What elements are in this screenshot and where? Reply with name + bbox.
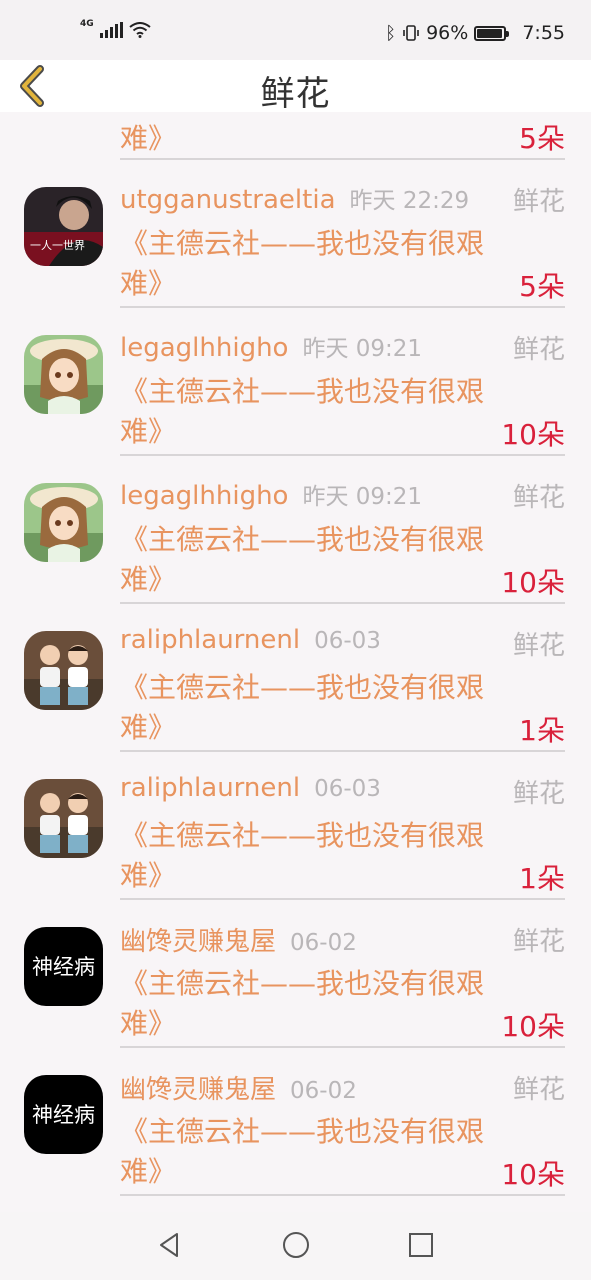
sender-name-text: legaglhhigho: [120, 333, 289, 363]
flower-amount: 1朵: [519, 714, 565, 747]
sender-name[interactable]: 幽馋灵赚鬼屋 06-02: [120, 1069, 357, 1106]
battery-fill: [477, 28, 503, 38]
list-item[interactable]: raliphlaurnenl 06-03 鲜花 《主德云社——我也没有很艰难》 1朵: [0, 604, 591, 752]
sender-name[interactable]: legaglhhigho 昨天 09:21: [120, 329, 422, 363]
flower-amount: 10朵: [501, 1010, 565, 1043]
battery-icon: [474, 25, 510, 41]
gift-kind: 鲜花: [512, 779, 565, 809]
sender-name-text: utgganustraeltia: [120, 185, 336, 215]
network-type: 4G: [80, 19, 94, 29]
status-right: ᛒ 96% 7:55: [385, 22, 565, 44]
flower-amount: 10朵: [501, 1158, 565, 1191]
flower-amount: 5朵: [519, 122, 565, 155]
avatar-dark-photo[interactable]: 一人一世界: [24, 187, 103, 266]
signal-icon: [99, 22, 123, 38]
sender-name-text: 幽馋灵赚鬼屋: [120, 927, 277, 957]
timestamp: 昨天 09:21: [302, 484, 423, 510]
message-text: 《主德云社——我也没有很艰难》: [120, 819, 485, 892]
header: 鲜花: [0, 60, 591, 114]
flower-amount: 5朵: [519, 270, 565, 303]
message-text: 《主德云社——我也没有很艰难》: [120, 671, 485, 744]
list-item[interactable]: 神经病 幽馋灵赚鬼屋 06-02 鲜花 《主德云社——我也没有很艰难》 10朵: [0, 900, 591, 1048]
sender-name-text: raliphlaurnenl: [120, 773, 301, 803]
avatar-black-logo[interactable]: 神经病: [24, 1075, 103, 1154]
sender-name[interactable]: legaglhhigho 昨天 09:21: [120, 477, 422, 511]
flower-amount: 1朵: [519, 862, 565, 895]
gift-list[interactable]: 难》 5朵 一人一世界 utgganustraeltia 昨天 22:29 鲜花 《主德…: [0, 112, 591, 1212]
battery-percent: 96%: [426, 22, 469, 44]
status-left: 4G: [80, 19, 151, 38]
flower-amount: 10朵: [501, 566, 565, 599]
gift-kind: 鲜花: [512, 335, 565, 365]
message-text: 难》: [120, 122, 177, 155]
message-text: 《主德云社——我也没有很艰难》: [120, 523, 485, 596]
list-item[interactable]: raliphlaurnenl 06-03 鲜花 《主德云社——我也没有很艰难》 1朵: [0, 752, 591, 900]
list-item[interactable]: 神经病 幽馋灵赚鬼屋 06-02 鲜花 《主德云社——我也没有很艰难》 10朵: [0, 1048, 591, 1196]
message-text: 《主德云社——我也没有很艰难》: [120, 375, 485, 448]
gift-kind: 鲜花: [512, 187, 565, 217]
gift-kind: 鲜花: [512, 1075, 565, 1105]
flower-amount: 10朵: [501, 418, 565, 451]
list-item[interactable]: legaglhhigho 昨天 09:21 鲜花 《主德云社——我也没有很艰难》 10朵: [0, 308, 591, 456]
sender-name-text: 幽馋灵赚鬼屋: [120, 1075, 277, 1105]
avatar-black-logo[interactable]: 神经病: [24, 927, 103, 1006]
gift-kind: 鲜花: [512, 483, 565, 513]
list-item[interactable]: legaglhhigho 昨天 09:21 鲜花 《主德云社——我也没有很艰难》 10朵: [0, 456, 591, 604]
avatar-caption: 一人一世界: [30, 239, 85, 252]
avatar-anime-girl[interactable]: [24, 483, 103, 562]
message-text: 《主德云社——我也没有很艰难》: [120, 1115, 485, 1188]
avatar-anime-girl[interactable]: [24, 335, 103, 414]
avatar-two-kids[interactable]: [24, 631, 103, 710]
message-text: 《主德云社——我也没有很艰难》: [120, 967, 485, 1040]
recents-square-icon[interactable]: [406, 1230, 436, 1260]
timestamp: 06-03: [314, 628, 381, 654]
avatar-two-kids[interactable]: [24, 779, 103, 858]
message-text: 《主德云社——我也没有很艰难》: [120, 227, 485, 300]
sender-name[interactable]: raliphlaurnenl 06-03: [120, 773, 381, 803]
avatar-caption: 神经病: [32, 1103, 95, 1127]
divider: [120, 1194, 565, 1196]
sender-name[interactable]: 幽馋灵赚鬼屋 06-02: [120, 921, 357, 958]
gift-kind: 鲜花: [512, 927, 565, 957]
sender-name[interactable]: raliphlaurnenl 06-03: [120, 625, 381, 655]
home-circle-icon[interactable]: [281, 1230, 311, 1260]
back-triangle-icon[interactable]: [155, 1230, 185, 1260]
sender-name-text: legaglhhigho: [120, 481, 289, 511]
bluetooth-icon: ᛒ: [385, 22, 397, 44]
avatar-caption: 神经病: [32, 955, 95, 979]
sender-name-text: raliphlaurnenl: [120, 625, 301, 655]
page-title: 鲜花: [260, 74, 331, 114]
timestamp: 昨天 22:29: [349, 188, 470, 214]
timestamp: 06-03: [314, 776, 381, 802]
gift-kind: 鲜花: [512, 631, 565, 661]
list-item[interactable]: 一人一世界 utgganustraeltia 昨天 22:29 鲜花 《主德云社——我也…: [0, 160, 591, 308]
sender-name[interactable]: utgganustraeltia 昨天 22:29: [120, 181, 469, 215]
list-item-partial[interactable]: 难》 5朵: [0, 112, 591, 160]
status-bar: 4G ᛒ 96% 7:55: [0, 0, 591, 60]
timestamp: 06-02: [290, 1078, 357, 1104]
wifi-icon: [129, 22, 151, 38]
timestamp: 06-02: [290, 930, 357, 956]
system-navbar: [0, 1212, 591, 1280]
vibrate-icon: [403, 25, 419, 41]
timestamp: 昨天 09:21: [302, 336, 423, 362]
clock: 7:55: [522, 22, 565, 44]
